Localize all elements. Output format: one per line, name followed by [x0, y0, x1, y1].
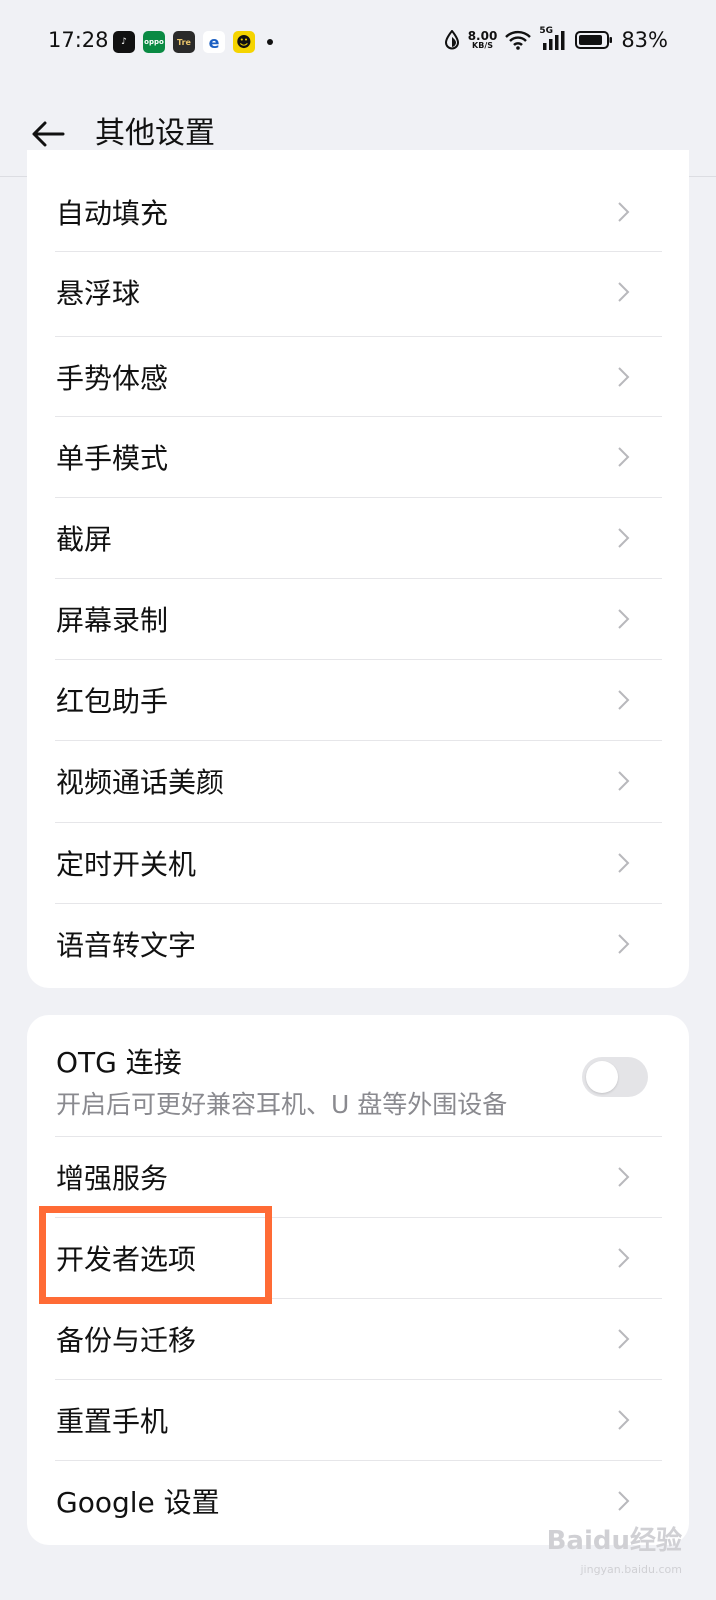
page-title: 其他设置	[95, 116, 215, 151]
settings-item-label: 备份与迁移	[56, 1324, 197, 1357]
cellular-signal: 5G	[539, 26, 567, 51]
settings-item-label: 语音转文字	[56, 929, 197, 962]
baidu-watermark: Baidu经验	[546, 1526, 682, 1556]
chevron-right-icon	[618, 447, 630, 467]
settings-item-label: Google 设置	[56, 1486, 220, 1519]
chevron-right-icon	[618, 528, 630, 548]
settings-item-label: 视频通话美颜	[56, 766, 225, 799]
ie-icon: e	[203, 31, 225, 53]
tiktok-icon: ♪	[113, 31, 135, 53]
settings-item-label: 增强服务	[56, 1162, 169, 1195]
settings-item-video-call-beauty[interactable]: 视频通话美颜	[27, 741, 662, 821]
settings-item-label: 红包助手	[56, 685, 169, 718]
battery-icon	[575, 31, 613, 49]
settings-item-floating-ball[interactable]: 悬浮球	[27, 252, 662, 332]
back-arrow-icon	[32, 121, 65, 147]
settings-item-label: 自动填充	[56, 197, 169, 230]
settings-item-scheduled-power[interactable]: 定时开关机	[27, 823, 662, 903]
settings-item-enhanced-services[interactable]: 增强服务	[27, 1137, 662, 1217]
toggle-knob	[586, 1061, 618, 1093]
chevron-right-icon	[618, 1329, 630, 1349]
otg-subtitle: 开启后可更好兼容耳机、U 盘等外围设备	[56, 1090, 508, 1119]
chevron-right-icon	[618, 1167, 630, 1187]
highlight-annotation-box	[39, 1206, 272, 1304]
chevron-right-icon	[618, 934, 630, 954]
settings-item-label: 手势体感	[56, 362, 169, 395]
chevron-right-icon	[618, 853, 630, 873]
settings-item-red-packet-assistant[interactable]: 红包助手	[27, 660, 662, 740]
oppo-icon: oppo	[143, 31, 165, 53]
avatar-app-icon: ☻	[233, 31, 255, 53]
settings-item-label: 单手模式	[56, 442, 169, 475]
settings-item-label: 定时开关机	[56, 848, 197, 881]
otg-connection-row: OTG 连接 开启后可更好兼容耳机、U 盘等外围设备	[27, 1015, 689, 1136]
settings-item-one-hand-mode[interactable]: 单手模式	[27, 417, 662, 497]
settings-item-screenshot[interactable]: 截屏	[27, 498, 662, 578]
settings-item-autofill[interactable]: 自动填充	[27, 172, 662, 252]
status-bar: 17:28 ♪ oppo Tre e ☻ 8.00 KB/S 5G 83%	[0, 0, 716, 82]
wifi-icon	[505, 30, 532, 50]
chevron-right-icon	[618, 367, 630, 387]
settings-item-speech-to-text[interactable]: 语音转文字	[27, 904, 662, 984]
settings-item-label: 截屏	[56, 523, 113, 556]
back-button[interactable]	[28, 114, 68, 154]
battery-percent: 83%	[621, 28, 668, 52]
settings-item-screen-recording[interactable]: 屏幕录制	[27, 579, 662, 659]
otg-title: OTG 连接	[56, 1046, 182, 1079]
chevron-right-icon	[618, 609, 630, 629]
chevron-right-icon	[618, 202, 630, 222]
data-saver-icon	[444, 30, 459, 50]
chevron-right-icon	[618, 282, 630, 302]
tre-icon: Tre	[173, 31, 195, 53]
chevron-right-icon	[618, 771, 630, 791]
signal-bars-icon	[543, 31, 565, 50]
more-notifications-dot	[267, 39, 273, 45]
baidu-watermark-url: jingyan.baidu.com	[580, 1563, 682, 1576]
otg-toggle[interactable]	[582, 1057, 648, 1097]
settings-item-label: 重置手机	[56, 1405, 169, 1438]
settings-item-gestures[interactable]: 手势体感	[27, 337, 662, 417]
chevron-right-icon	[618, 1491, 630, 1511]
chevron-right-icon	[618, 1410, 630, 1430]
chevron-right-icon	[618, 690, 630, 710]
settings-item-reset-phone[interactable]: 重置手机	[27, 1380, 662, 1460]
settings-item-backup-migration[interactable]: 备份与迁移	[27, 1299, 662, 1379]
notification-icons: ♪ oppo Tre e ☻	[113, 31, 273, 53]
status-time: 17:28	[48, 28, 109, 52]
net-speed: 8.00 KB/S	[467, 29, 498, 50]
status-right: 8.00 KB/S 5G 83%	[444, 26, 668, 52]
settings-item-label: 悬浮球	[56, 277, 141, 310]
settings-item-label: 屏幕录制	[56, 604, 169, 637]
chevron-right-icon	[618, 1248, 630, 1268]
